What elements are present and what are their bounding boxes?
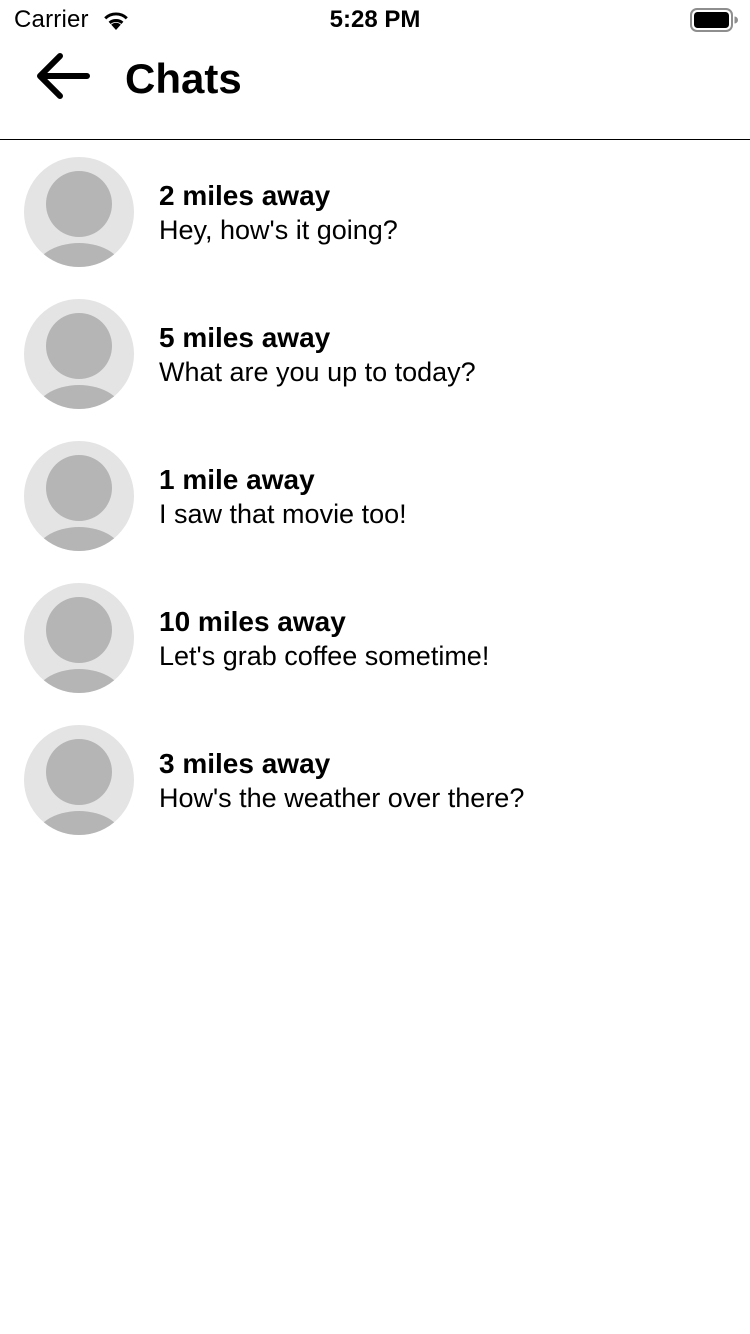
avatar-placeholder-icon bbox=[24, 157, 134, 267]
chat-distance: 10 miles away bbox=[159, 606, 346, 637]
avatar-placeholder-icon bbox=[24, 583, 134, 693]
chat-row[interactable]: 2 miles away Hey, how's it going? bbox=[0, 141, 750, 283]
chats-screen: Carrier 5:28 PM Chats 2 miles away Hey, … bbox=[0, 0, 750, 1334]
chat-row[interactable]: 10 miles away Let's grab coffee sometime… bbox=[0, 567, 750, 709]
chat-text: 5 miles away What are you up to today? bbox=[159, 321, 476, 389]
chat-message-preview: Let's grab coffee sometime! bbox=[159, 641, 490, 671]
avatar-placeholder-icon bbox=[24, 299, 134, 409]
chat-text: 2 miles away Hey, how's it going? bbox=[159, 179, 398, 247]
arrow-left-icon bbox=[33, 50, 91, 107]
chat-distance: 3 miles away bbox=[159, 748, 331, 779]
status-time: 5:28 PM bbox=[329, 6, 421, 33]
chat-text: 1 mile away I saw that movie too! bbox=[159, 463, 407, 531]
chat-row[interactable]: 3 miles away How's the weather over ther… bbox=[0, 709, 750, 851]
chat-row[interactable]: 5 miles away What are you up to today? bbox=[0, 283, 750, 425]
chat-message-preview: Hey, how's it going? bbox=[159, 215, 398, 245]
chat-text: 3 miles away How's the weather over ther… bbox=[159, 747, 524, 815]
chat-distance: 1 mile away bbox=[159, 464, 315, 495]
avatar-placeholder-icon bbox=[24, 725, 134, 835]
page-title: Chats bbox=[125, 55, 242, 102]
nav-header: Chats bbox=[0, 40, 750, 140]
chat-message-preview: How's the weather over there? bbox=[159, 783, 525, 813]
chat-text: 10 miles away Let's grab coffee sometime… bbox=[159, 605, 489, 673]
chat-list: 2 miles away Hey, how's it going? 5 mile… bbox=[0, 141, 750, 851]
chat-row[interactable]: 1 mile away I saw that movie too! bbox=[0, 425, 750, 567]
chat-message-preview: What are you up to today? bbox=[159, 357, 476, 387]
avatar-placeholder-icon bbox=[24, 441, 134, 551]
chat-message-preview: I saw that movie too! bbox=[159, 499, 407, 529]
chat-distance: 5 miles away bbox=[159, 322, 331, 353]
chat-distance: 2 miles away bbox=[159, 180, 331, 211]
back-button[interactable] bbox=[30, 50, 94, 106]
battery-full-icon bbox=[690, 8, 738, 32]
status-bar: Carrier 5:28 PM bbox=[0, 0, 750, 40]
